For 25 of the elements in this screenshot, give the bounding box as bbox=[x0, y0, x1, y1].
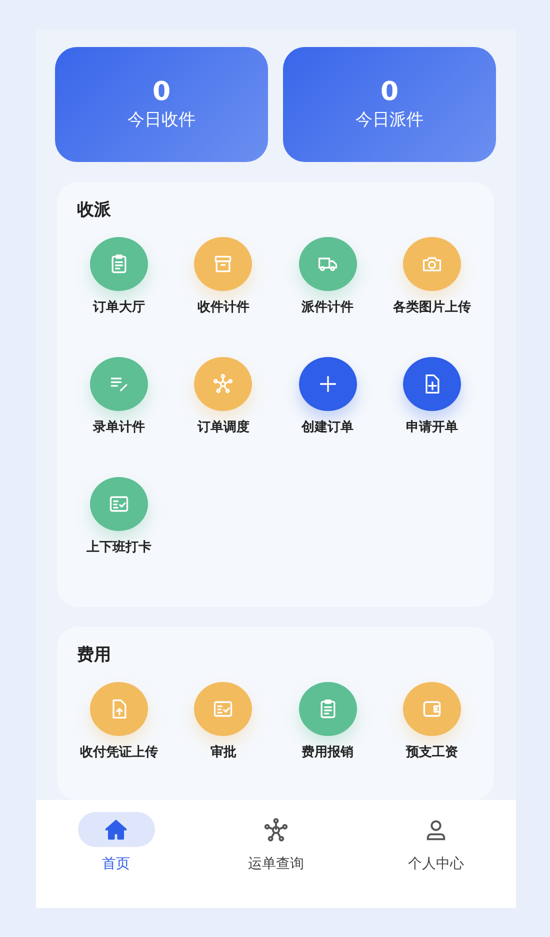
nav-tab[interactable]: 首页 bbox=[36, 812, 196, 908]
menu-item[interactable]: 收件计件 bbox=[171, 237, 276, 345]
menu-item[interactable]: 订单调度 bbox=[171, 357, 276, 465]
nav-tab[interactable]: 运单查询 bbox=[196, 812, 356, 908]
stat-card[interactable]: 0 今日派件 bbox=[283, 47, 496, 162]
menu-item[interactable]: 订单大厅 bbox=[67, 237, 172, 345]
section-title: 费用 bbox=[76, 644, 112, 666]
menu-item[interactable]: 预支工资 bbox=[380, 682, 484, 790]
menu-item[interactable]: 申请开单 bbox=[380, 357, 484, 465]
stat-card[interactable]: 0 今日收件 bbox=[55, 47, 268, 162]
stat-value: 0 bbox=[152, 78, 171, 106]
hub-icon bbox=[263, 816, 289, 842]
menu-item[interactable]: 各类图片上传 bbox=[380, 237, 484, 345]
menu-item[interactable]: 上下班打卡 bbox=[67, 477, 172, 585]
stat-label: 今日收件 bbox=[128, 109, 196, 132]
menu-item[interactable]: 派件计件 bbox=[276, 237, 380, 345]
menu-item[interactable]: 审批 bbox=[171, 682, 276, 790]
section-title: 收派 bbox=[76, 199, 112, 221]
menu-item[interactable]: 创建订单 bbox=[276, 357, 380, 465]
stat-value: 0 bbox=[380, 78, 399, 106]
menu-item[interactable]: 收付凭证上传 bbox=[67, 682, 172, 790]
stat-label: 今日派件 bbox=[356, 109, 424, 132]
menu-item[interactable]: 费用报销 bbox=[276, 682, 380, 790]
nav-tab[interactable]: 个人中心 bbox=[356, 812, 516, 908]
menu-item[interactable]: 录单计件 bbox=[67, 357, 172, 465]
